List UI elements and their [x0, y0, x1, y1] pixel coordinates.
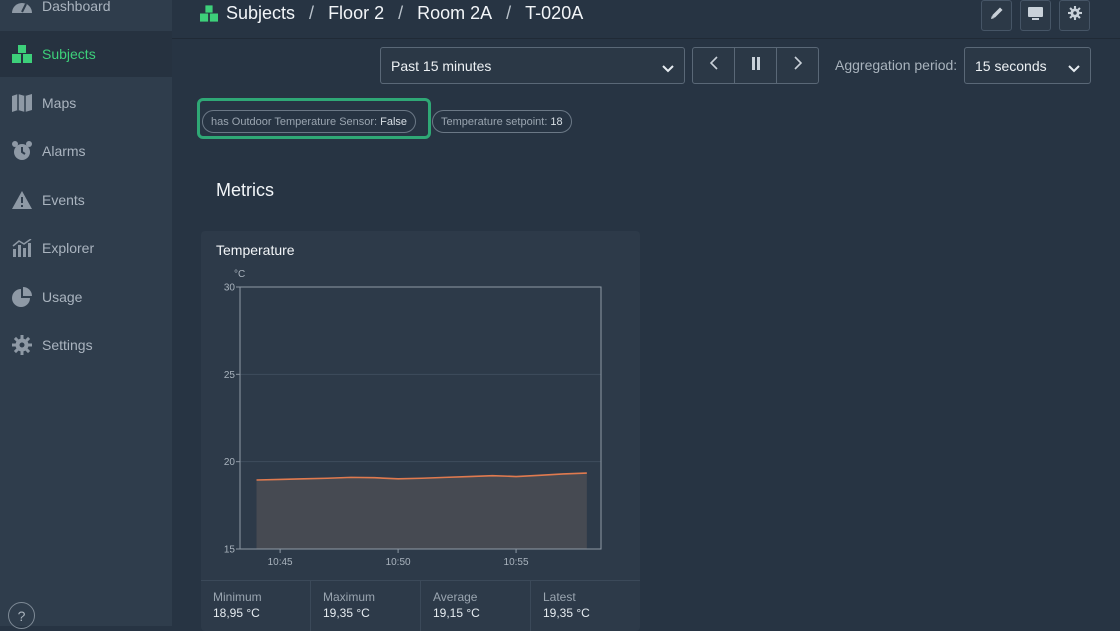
sidebar-item-alarms[interactable]: Alarms — [0, 128, 172, 174]
y-axis-unit: °C — [234, 269, 245, 280]
x-tick-label: 10:45 — [268, 557, 293, 568]
chevron-right-icon — [793, 56, 802, 75]
sidebar-item-label: Explorer — [42, 240, 95, 256]
sidebar-item-usage[interactable]: Usage — [0, 274, 172, 320]
bar-chart-icon — [11, 237, 33, 259]
chevron-down-icon — [662, 60, 674, 76]
breadcrumb-floor[interactable]: Floor 2 — [328, 3, 384, 24]
pause-button[interactable] — [735, 48, 777, 83]
breadcrumb-current: T-020A — [525, 2, 584, 23]
temperature-chart: °C 15 20 25 30 10:45 10:50 10:55 — [224, 269, 602, 568]
chip-value: 18 — [550, 115, 563, 128]
settings-button[interactable] — [1059, 0, 1090, 31]
temperature-card: Temperature °C 15 20 25 30 10:45 10:50 10:55 Mi… — [201, 231, 640, 631]
breadcrumb: Subjects / Floor 2 / Room 2A / T-020A — [200, 0, 583, 26]
temperature-area — [256, 473, 587, 549]
previous-button[interactable] — [693, 48, 735, 83]
help-label: ? — [17, 607, 26, 624]
stat-value: 19,15 °C — [433, 606, 480, 620]
stat-value: 19,35 °C — [323, 606, 370, 620]
chip-label: has Outdoor Temperature Sensor: — [211, 115, 378, 128]
time-navigation — [692, 47, 819, 84]
warning-icon — [11, 189, 33, 211]
breadcrumb-room[interactable]: Room 2A — [417, 3, 492, 24]
aggregation-select[interactable]: 15 seconds — [964, 47, 1091, 84]
pause-icon — [751, 56, 761, 75]
breadcrumb-separator: / — [398, 2, 404, 23]
gear-icon — [1067, 6, 1082, 25]
edit-button[interactable] — [981, 0, 1012, 31]
gear-icon — [11, 334, 33, 356]
aggregation-label: Aggregation period: — [835, 57, 958, 73]
stat-label: Average — [433, 590, 478, 604]
property-chip-outdoor-sensor[interactable]: has Outdoor Temperature Sensor: False — [202, 110, 417, 133]
chip-value: False — [380, 115, 408, 128]
map-icon — [11, 92, 33, 114]
chevron-left-icon — [709, 56, 718, 75]
stat-minimum: Minimum 18,95 °C — [201, 581, 311, 631]
y-tick-label: 15 — [224, 545, 236, 556]
chip-label: Temperature setpoint: — [441, 115, 548, 128]
sidebar-item-label: Events — [42, 192, 85, 208]
time-range-select[interactable]: Past 15 minutes — [380, 47, 685, 84]
stat-value: 19,35 °C — [543, 606, 590, 620]
metrics-heading: Metrics — [216, 180, 274, 200]
y-tick-label: 20 — [224, 457, 236, 468]
subjects-cubes-icon — [11, 43, 33, 65]
stat-average: Average 19,15 °C — [421, 581, 531, 631]
x-tick-label: 10:50 — [386, 557, 411, 568]
pie-chart-icon — [11, 286, 33, 308]
y-tick-label: 30 — [224, 283, 236, 294]
stat-maximum: Maximum 19,35 °C — [311, 581, 421, 631]
aggregation-value: 15 seconds — [975, 57, 1047, 74]
gauge-icon — [11, 0, 33, 17]
breadcrumb-separator: / — [506, 2, 512, 23]
sidebar-item-settings[interactable]: Settings — [0, 322, 172, 368]
pencil-icon — [990, 6, 1004, 25]
sidebar-item-subjects[interactable]: Subjects — [0, 31, 172, 77]
stat-latest: Latest 19,35 °C — [531, 581, 640, 631]
stats-row: Minimum 18,95 °C Maximum 19,35 °C Averag… — [201, 580, 640, 631]
next-button[interactable] — [777, 48, 818, 83]
breadcrumb-subjects[interactable]: Subjects — [226, 3, 295, 24]
sidebar-item-maps[interactable]: Maps — [0, 80, 172, 126]
sidebar-item-label: Usage — [42, 289, 83, 305]
stat-label: Maximum — [323, 590, 376, 604]
breadcrumb-separator: / — [309, 2, 315, 23]
sidebar: Dashboard Subjects Maps Alarms Events Ex… — [0, 0, 172, 629]
y-tick-label: 25 — [224, 370, 236, 381]
sidebar-item-label: Subjects — [42, 46, 96, 62]
x-tick-label: 10:55 — [504, 557, 529, 568]
property-chip-setpoint[interactable]: Temperature setpoint: 18 — [432, 110, 572, 133]
stat-value: 18,95 °C — [213, 606, 260, 620]
chevron-down-icon — [1068, 60, 1080, 76]
monitor-icon — [1028, 6, 1043, 25]
time-range-value: Past 15 minutes — [391, 57, 492, 74]
help-button[interactable]: ? — [8, 602, 35, 629]
sidebar-item-dashboard[interactable]: Dashboard — [0, 0, 172, 29]
sidebar-item-label: Maps — [42, 95, 77, 111]
sidebar-item-label: Alarms — [42, 143, 86, 159]
stat-label: Minimum — [213, 590, 262, 604]
sidebar-item-label: Dashboard — [42, 0, 111, 14]
subjects-cubes-icon — [200, 4, 218, 22]
topbar: Subjects / Floor 2 / Room 2A / T-020A — [172, 0, 1120, 39]
sidebar-item-events[interactable]: Events — [0, 177, 172, 223]
alarm-clock-icon — [11, 140, 33, 162]
sidebar-item-label: Settings — [42, 337, 93, 353]
display-button[interactable] — [1020, 0, 1051, 31]
sidebar-item-explorer[interactable]: Explorer — [0, 225, 172, 271]
stat-label: Latest — [543, 590, 576, 604]
